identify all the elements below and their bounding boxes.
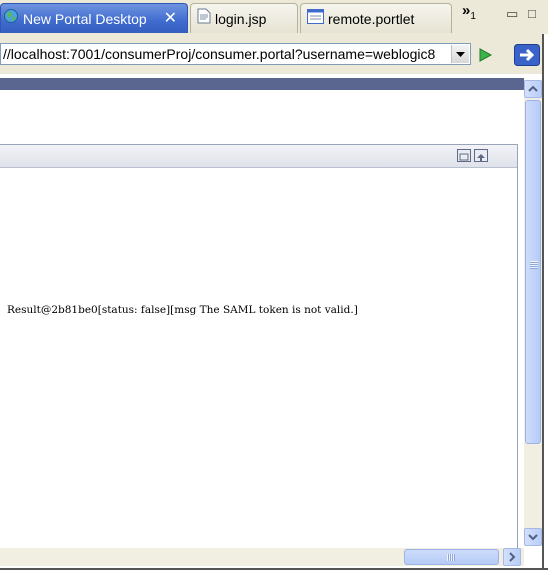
tab-overflow-count: 1 (470, 11, 476, 22)
vertical-scrollbar[interactable] (524, 80, 542, 546)
grip-icon (447, 554, 455, 561)
tab-label: login.jsp (215, 11, 267, 27)
url-dropdown-button[interactable] (451, 45, 469, 63)
tab-new-portal-desktop[interactable]: New Portal Desktop ✕ (0, 3, 188, 33)
chevron-up-icon (528, 85, 538, 92)
portlet-file-icon (307, 4, 324, 34)
saml-result-message: Result@2b81be0[status: false][msg The SA… (7, 304, 358, 316)
browser-content: Result@2b81be0[status: false][msg The SA… (0, 74, 524, 548)
maximize-icon[interactable]: □ (528, 6, 536, 21)
scroll-up-button[interactable] (524, 80, 542, 98)
minimize-icon[interactable]: ▭ (506, 6, 518, 22)
globe-icon (3, 4, 19, 34)
portlet-minimize-icon[interactable] (457, 149, 471, 162)
url-combo[interactable]: //localhost:7001/consumerProj/consumer.p… (0, 43, 471, 65)
tab-login-jsp[interactable]: login.jsp (190, 3, 298, 33)
horizontal-scroll-thumb[interactable] (404, 549, 499, 565)
chevron-down-icon (456, 52, 465, 57)
forward-arrow-icon[interactable] (514, 44, 540, 71)
tab-label: remote.portlet (328, 11, 415, 27)
go-play-icon[interactable] (478, 48, 493, 67)
portlet-maximize-icon[interactable] (474, 149, 488, 162)
editor-tab-bar: New Portal Desktop ✕ login.jsp remote.po… (0, 0, 548, 35)
chevron-right-icon (509, 552, 516, 562)
scroll-down-button[interactable] (524, 528, 542, 546)
address-bar: //localhost:7001/consumerProj/consumer.p… (0, 34, 548, 74)
tab-label: New Portal Desktop (23, 11, 147, 27)
torn-edge-right (542, 34, 548, 581)
vertical-scroll-thumb[interactable] (525, 100, 541, 444)
horizontal-scrollbar[interactable] (0, 548, 524, 566)
jsp-file-icon (197, 4, 211, 34)
tab-overflow-chevron-icon[interactable]: »1 (462, 2, 476, 22)
grip-icon (530, 261, 538, 269)
close-tab-icon[interactable]: ✕ (164, 4, 177, 34)
portlet-titlebar (0, 145, 517, 168)
tab-remote-portlet[interactable]: remote.portlet (300, 3, 452, 33)
url-field[interactable]: //localhost:7001/consumerProj/consumer.p… (3, 45, 443, 64)
portal-header-strip (0, 78, 524, 90)
scroll-right-button[interactable] (503, 548, 521, 566)
portlet-window: Result@2b81be0[status: false][msg The SA… (0, 144, 518, 548)
chevron-down-icon (528, 534, 538, 541)
